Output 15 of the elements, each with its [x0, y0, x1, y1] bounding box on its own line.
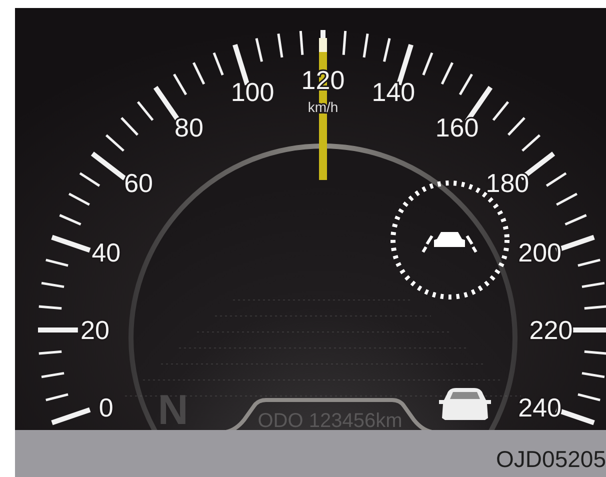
speed-label: 160	[435, 112, 479, 143]
speed-label: 0	[98, 392, 114, 422]
speed-label: 140	[372, 77, 416, 108]
figure-code: OJD05205	[496, 445, 606, 474]
speed-label: 60	[124, 168, 153, 198]
speed-label: 100	[230, 77, 274, 108]
speed-label: 220	[529, 315, 573, 345]
speed-label: 180	[486, 168, 530, 198]
car-icon	[439, 388, 491, 420]
speed-label: 240	[518, 392, 562, 422]
speed-label: 200	[518, 238, 562, 268]
speed-label: 80	[174, 112, 204, 143]
speed-label: 40	[92, 238, 121, 268]
lane-assist-icon	[422, 232, 478, 254]
speed-label: 20	[80, 315, 110, 345]
